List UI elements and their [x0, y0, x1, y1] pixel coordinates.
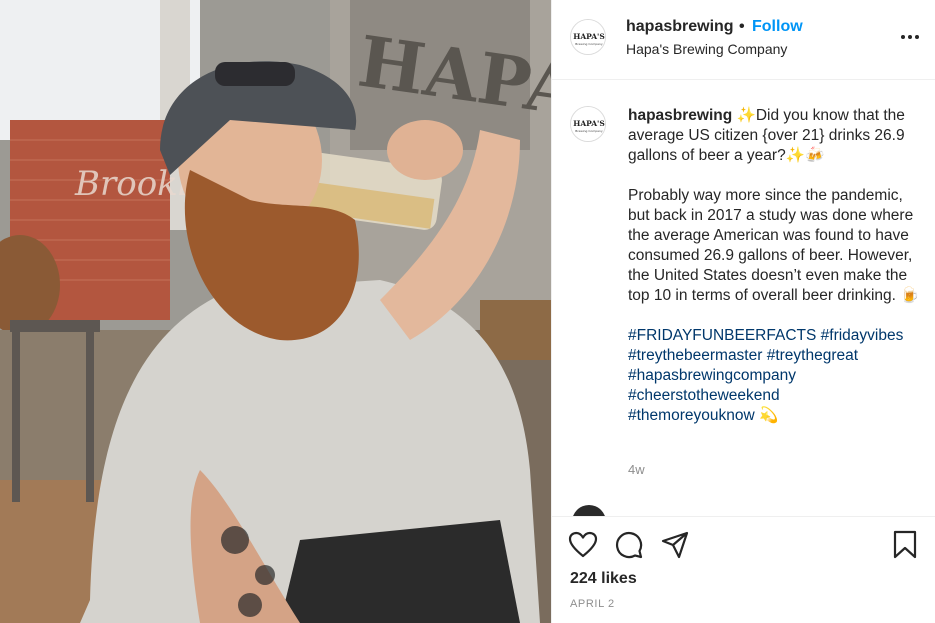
caption-paragraph-1: hapasbrewing ✨Did you know that the aver… — [628, 106, 928, 166]
follow-button[interactable]: Follow — [752, 18, 803, 36]
hashtag-link[interactable]: #cheerstotheweekend — [628, 387, 780, 404]
post-caption: hapasbrewing ✨Did you know that the aver… — [628, 106, 928, 426]
account-avatar[interactable]: HAPA'S Brewing Company — [570, 19, 606, 55]
hashtag-list: #FRIDAYFUNBEERFACTS #fridayvibes #treyth… — [628, 326, 928, 426]
post-side-panel: HAPA'S Brewing Company hapasbrewing • Fo… — [551, 0, 935, 623]
instagram-post: Brookl HAPA'S HAPA'S Brewing Company hap… — [0, 0, 935, 623]
post-date[interactable]: APRIL 2 — [570, 598, 615, 610]
hapas-logo-icon: HAPA'S Brewing Company — [571, 107, 605, 141]
action-bar: 224 likes APRIL 2 — [552, 516, 935, 623]
header-separator: • — [739, 18, 745, 35]
hashtag-link[interactable]: #themoreyouknow — [628, 407, 755, 424]
hashtag-link[interactable]: #hapasbrewingcompany — [628, 367, 796, 384]
like-button[interactable] — [568, 530, 598, 560]
caption-username[interactable]: hapasbrewing — [628, 107, 732, 124]
post-header: HAPA'S Brewing Company hapasbrewing • Fo… — [552, 0, 935, 80]
heart-icon — [568, 531, 598, 558]
comment-icon — [615, 531, 643, 559]
caption-paragraph-2: Probably way more since the pandemic, bu… — [628, 187, 920, 304]
avatar-logo-subtext: Brewing Company — [575, 42, 603, 46]
hashtag-link[interactable]: #FRIDAYFUNBEERFACTS — [628, 327, 816, 344]
location-link[interactable]: Hapa's Brewing Company — [626, 41, 787, 57]
post-photo[interactable]: Brookl HAPA'S — [0, 0, 551, 623]
next-comment-avatar[interactable] — [572, 505, 606, 516]
more-options-button[interactable] — [899, 26, 921, 48]
bookmark-icon — [893, 530, 917, 559]
sparkle-emoji: 💫 — [758, 407, 779, 424]
hashtag-link[interactable]: #treythebeermaster — [628, 347, 762, 364]
more-icon — [901, 35, 919, 39]
caption-avatar[interactable]: HAPA'S Brewing Company — [570, 106, 606, 142]
save-button[interactable] — [890, 530, 920, 560]
comments-area[interactable]: HAPA'S Brewing Company hapasbrewing ✨Did… — [552, 80, 935, 516]
post-age[interactable]: 4w — [628, 462, 645, 477]
hapas-logo-icon: HAPA'S Brewing Company — [571, 20, 605, 54]
share-button[interactable] — [660, 530, 690, 560]
share-icon — [661, 531, 689, 559]
avatar-logo-text: HAPA'S — [573, 32, 605, 41]
header-username[interactable]: hapasbrewing — [626, 18, 734, 36]
likes-count[interactable]: 224 likes — [570, 570, 637, 588]
post-image: Brookl HAPA'S — [0, 0, 551, 623]
hashtag-link[interactable]: #treythegreat — [767, 347, 858, 364]
avatar-logo-text: HAPA'S — [573, 119, 605, 128]
avatar-logo-subtext: Brewing Company — [575, 129, 603, 133]
hashtag-link[interactable]: #fridayvibes — [821, 327, 904, 344]
comment-button[interactable] — [614, 530, 644, 560]
